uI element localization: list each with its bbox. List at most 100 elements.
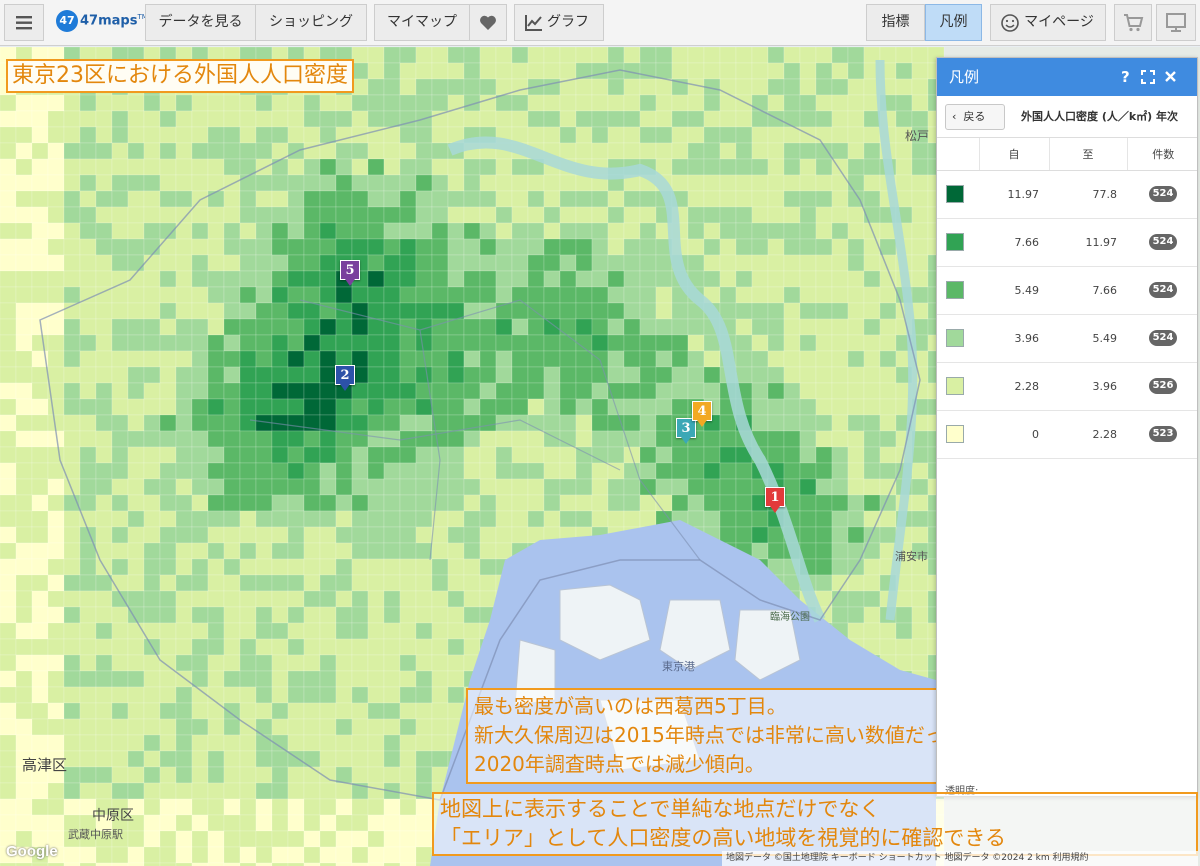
map-cell — [703, 382, 721, 400]
map-cell — [47, 590, 65, 608]
map-cell — [271, 126, 289, 144]
map-cell — [159, 478, 177, 496]
map-cell — [687, 382, 705, 400]
map-cell — [847, 606, 865, 624]
map-marker-2[interactable]: 2 — [335, 365, 355, 391]
map-cell — [31, 782, 49, 800]
map-cell — [271, 206, 289, 224]
map-cell — [863, 478, 881, 496]
map-marker-5[interactable]: 5 — [340, 260, 360, 286]
map-cell — [879, 286, 897, 304]
map-cell — [847, 414, 865, 432]
map-cell — [191, 782, 209, 800]
map-cell — [159, 430, 177, 448]
map-cell — [367, 110, 385, 128]
map-cell — [655, 62, 673, 80]
graph-button[interactable]: グラフ — [514, 4, 604, 41]
map-cell — [415, 590, 433, 608]
map-cell — [543, 302, 561, 320]
map-cell — [399, 574, 417, 592]
map-marker-4[interactable]: 4 — [692, 401, 712, 427]
map-cell — [655, 286, 673, 304]
map-cell — [95, 686, 113, 704]
map-cell — [351, 110, 369, 128]
map-cell — [879, 398, 897, 416]
47maps-logo[interactable]: 47 47mapsTM — [56, 10, 148, 36]
map-cell — [271, 174, 289, 192]
map-cell — [511, 126, 529, 144]
map-cell — [47, 174, 65, 192]
map-cell — [303, 734, 321, 752]
my-page-button[interactable]: マイページ — [990, 4, 1106, 41]
map-cell — [207, 286, 225, 304]
map-cell — [63, 542, 81, 560]
favorite-button[interactable] — [469, 4, 507, 41]
help-icon[interactable]: ? — [1121, 58, 1130, 96]
map-cell — [479, 110, 497, 128]
map-cell — [623, 398, 641, 416]
indicator-button[interactable]: 指標 — [866, 4, 925, 41]
map-cell — [239, 670, 257, 688]
map-marker-1[interactable]: 1 — [765, 487, 785, 513]
close-icon[interactable] — [1164, 70, 1177, 83]
map-cell — [31, 814, 49, 832]
cart-button[interactable] — [1114, 4, 1152, 41]
map-cell — [0, 142, 17, 160]
map-cell — [719, 142, 737, 160]
map-cell — [559, 446, 577, 464]
legend-row[interactable]: 5.49 7.66 524 — [937, 266, 1197, 315]
map-cell — [0, 302, 17, 320]
view-data-button[interactable]: データを見る — [145, 4, 256, 41]
map-cell — [159, 286, 177, 304]
map-cell — [271, 782, 289, 800]
map-cell — [719, 206, 737, 224]
legend-row[interactable]: 7.66 11.97 524 — [937, 218, 1197, 267]
my-map-button[interactable]: マイマップ — [374, 4, 470, 41]
map-cell — [511, 78, 529, 96]
map-cell — [255, 142, 273, 160]
legend-row[interactable]: 11.97 77.8 524 — [937, 170, 1197, 219]
map-cell — [15, 366, 33, 384]
map-cell — [687, 254, 705, 272]
display-button[interactable] — [1156, 4, 1196, 41]
map-cell — [751, 302, 769, 320]
map-cell — [159, 446, 177, 464]
map-cell — [399, 814, 417, 832]
map-cell — [319, 814, 337, 832]
map-cell — [47, 510, 65, 528]
map-cell — [63, 190, 81, 208]
legend-toggle-button[interactable]: 凡例 — [925, 4, 982, 41]
map-cell — [335, 334, 353, 352]
shopping-button[interactable]: ショッピング — [255, 4, 367, 41]
legend-row[interactable]: 2.28 3.96 526 — [937, 362, 1197, 411]
map-cell — [143, 590, 161, 608]
map-cell — [239, 686, 257, 704]
fullscreen-icon[interactable] — [1141, 70, 1155, 84]
map-cell — [239, 270, 257, 288]
map-cell — [847, 78, 865, 96]
map-cell — [223, 494, 241, 512]
map-cell — [159, 318, 177, 336]
map-cell — [0, 798, 17, 816]
map-cell — [335, 606, 353, 624]
legend-row[interactable]: 0 2.28 523 — [937, 410, 1197, 459]
map-cell — [303, 462, 321, 480]
map-cell — [79, 414, 97, 432]
map-cell — [447, 47, 465, 64]
legend-row[interactable]: 3.96 5.49 524 — [937, 314, 1197, 363]
hamburger-menu-button[interactable] — [4, 4, 44, 41]
map-cell — [847, 142, 865, 160]
map-cell — [63, 606, 81, 624]
map-cell — [463, 206, 481, 224]
map-cell — [367, 494, 385, 512]
map-cell — [15, 270, 33, 288]
app-window: 47 47mapsTM データを見る ショッピング マイマップ グラフ 指標 凡例… — [0, 0, 1200, 866]
map-attribution[interactable]: 地図データ ©国土地理院 キーボード ショートカット 地図データ ©2024 2… — [722, 851, 1198, 866]
map-cell — [191, 766, 209, 784]
map-cell — [335, 558, 353, 576]
map-cell — [383, 366, 401, 384]
map-cell — [495, 462, 513, 480]
map-cell — [271, 446, 289, 464]
back-button[interactable]: ‹ 戻る — [945, 104, 1005, 130]
map-cell — [383, 606, 401, 624]
